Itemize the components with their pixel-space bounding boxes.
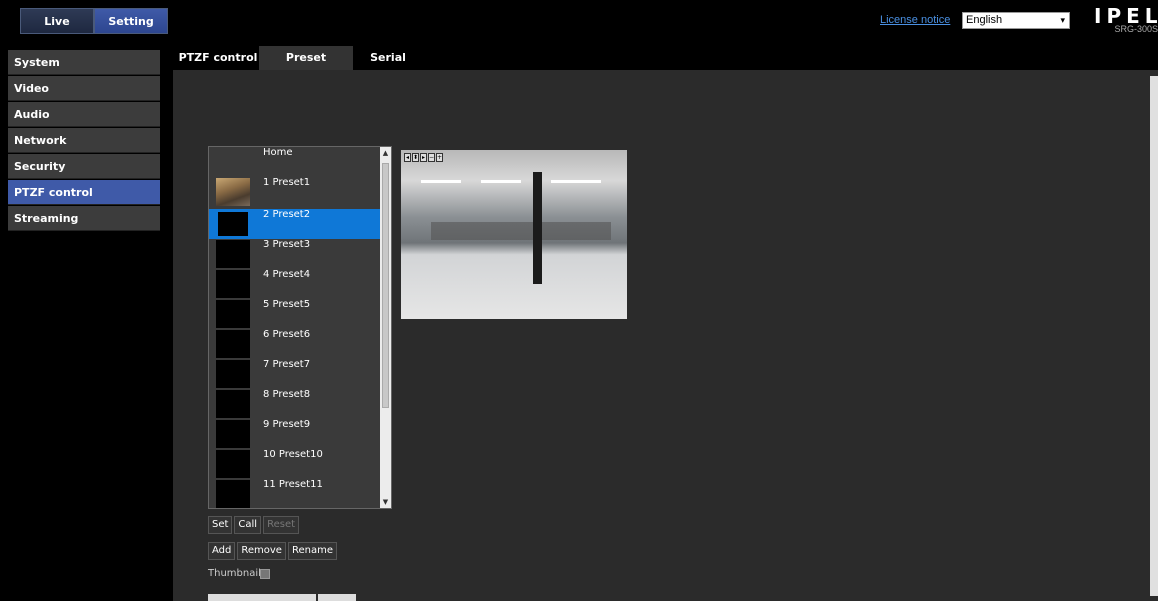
preset-thumbnail — [216, 210, 250, 238]
preset-thumbnail — [216, 390, 250, 418]
model-name: SRG-300S — [1114, 24, 1158, 34]
preset-item-10[interactable]: 10 Preset10 — [209, 449, 381, 479]
zoom-out-icon[interactable]: − — [428, 153, 435, 162]
preset-item-8[interactable]: 8 Preset8 — [209, 389, 381, 419]
sidebar-item-streaming[interactable]: Streaming — [8, 206, 160, 231]
preset-label: 4 Preset4 — [263, 269, 311, 280]
preset-thumbnail — [216, 450, 250, 478]
preset-thumbnail — [216, 270, 250, 298]
sidebar-item-network[interactable]: Network — [8, 128, 160, 153]
zoom-in-icon[interactable]: + — [436, 153, 443, 162]
preset-thumbnail — [216, 480, 250, 508]
tab-serial[interactable]: Serial — [353, 46, 423, 70]
add-button[interactable]: Add — [208, 542, 236, 560]
preset-thumbnail — [216, 330, 250, 358]
sidebar-item-video[interactable]: Video — [8, 76, 160, 101]
reset-button[interactable]: Reset — [263, 516, 300, 534]
preset-item-1[interactable]: 1 Preset1 — [209, 177, 381, 207]
scene-pole — [533, 172, 542, 284]
live-button[interactable]: Live — [20, 8, 94, 34]
preset-list[interactable]: Home 1 Preset1 2 Preset2 3 Preset3 4 Pre… — [208, 146, 392, 509]
scroll-thumb[interactable] — [382, 163, 389, 408]
preset-action-row-1: Set Call Reset — [208, 516, 300, 534]
preset-item-7[interactable]: 7 Preset7 — [209, 359, 381, 389]
camera-controls: ◂ ⬍ ▸ − + — [404, 153, 443, 163]
rename-button[interactable]: Rename — [287, 542, 337, 560]
tilt-up-down-icon[interactable]: ⬍ — [412, 153, 419, 162]
preset-label: 10 Preset10 — [263, 449, 323, 460]
preset-label: Home — [263, 147, 293, 158]
thumbnail-checkbox[interactable] — [260, 569, 270, 579]
call-button[interactable]: Call — [234, 516, 262, 534]
preset-action-row-2: Add Remove Rename — [208, 542, 337, 560]
preset-item-4[interactable]: 4 Preset4 — [209, 269, 381, 299]
ipela-logo: IPELA — [1094, 4, 1158, 26]
language-value: English — [966, 14, 1003, 26]
preset-item-5[interactable]: 5 Preset5 — [209, 299, 381, 329]
bottom-button[interactable] — [318, 594, 356, 601]
preset-label: 11 Preset11 — [263, 479, 323, 490]
language-select[interactable]: English ▾ — [962, 12, 1070, 29]
ceiling-light — [481, 180, 521, 183]
preset-label: 1 Preset1 — [263, 177, 311, 188]
scroll-up-icon[interactable]: ▲ — [380, 149, 391, 157]
preset-label: 9 Preset9 — [263, 419, 311, 430]
tab-ptzf-control[interactable]: PTZF control — [177, 46, 259, 70]
preset-item-3[interactable]: 3 Preset3 — [209, 239, 381, 269]
pan-left-icon[interactable]: ◂ — [404, 153, 411, 162]
preset-label: 3 Preset3 — [263, 239, 311, 250]
preset-thumbnail — [216, 420, 250, 448]
remove-button[interactable]: Remove — [237, 542, 286, 560]
bottom-input-field[interactable] — [208, 594, 316, 601]
top-bar: Live Setting License notice English ▾ IP… — [0, 0, 1158, 40]
scroll-down-icon[interactable]: ▼ — [380, 498, 391, 506]
ceiling-light — [551, 180, 601, 183]
pan-right-icon[interactable]: ▸ — [420, 153, 427, 162]
preset-item-home[interactable]: Home — [209, 147, 381, 177]
preset-item-11[interactable]: 11 Preset11 — [209, 479, 381, 508]
camera-preview[interactable]: ◂ ⬍ ▸ − + — [401, 150, 627, 319]
chevron-down-icon: ▾ — [1060, 15, 1065, 25]
preset-thumbnail — [216, 300, 250, 328]
preset-label: 6 Preset6 — [263, 329, 311, 340]
sidebar: System Video Audio Network Security PTZF… — [8, 50, 160, 232]
preset-list-scrollbar[interactable]: ▲ ▼ — [380, 147, 391, 508]
preset-thumbnail — [216, 360, 250, 388]
preset-thumbnail — [216, 178, 250, 206]
preset-label: 8 Preset8 — [263, 389, 311, 400]
ceiling-light — [421, 180, 461, 183]
preset-label: 7 Preset7 — [263, 359, 311, 370]
preset-item-9[interactable]: 9 Preset9 — [209, 419, 381, 449]
page-scrollbar[interactable] — [1150, 76, 1158, 596]
sidebar-item-audio[interactable]: Audio — [8, 102, 160, 127]
license-notice-link[interactable]: License notice — [880, 14, 950, 26]
preset-label: 5 Preset5 — [263, 299, 311, 310]
setting-button[interactable]: Setting — [94, 8, 168, 34]
thumbnail-label: Thumbnail — [208, 568, 261, 579]
set-button[interactable]: Set — [208, 516, 233, 534]
sidebar-item-security[interactable]: Security — [8, 154, 160, 179]
sidebar-item-system[interactable]: System — [8, 50, 160, 75]
preset-thumbnail — [216, 240, 250, 268]
sidebar-item-ptzf-control[interactable]: PTZF control — [8, 180, 160, 205]
scene-desks — [431, 222, 611, 240]
preset-item-2[interactable]: 2 Preset2 — [209, 209, 381, 239]
preset-item-6[interactable]: 6 Preset6 — [209, 329, 381, 359]
preset-label: 2 Preset2 — [263, 209, 311, 220]
tab-preset-position[interactable]: Preset position — [259, 46, 353, 88]
